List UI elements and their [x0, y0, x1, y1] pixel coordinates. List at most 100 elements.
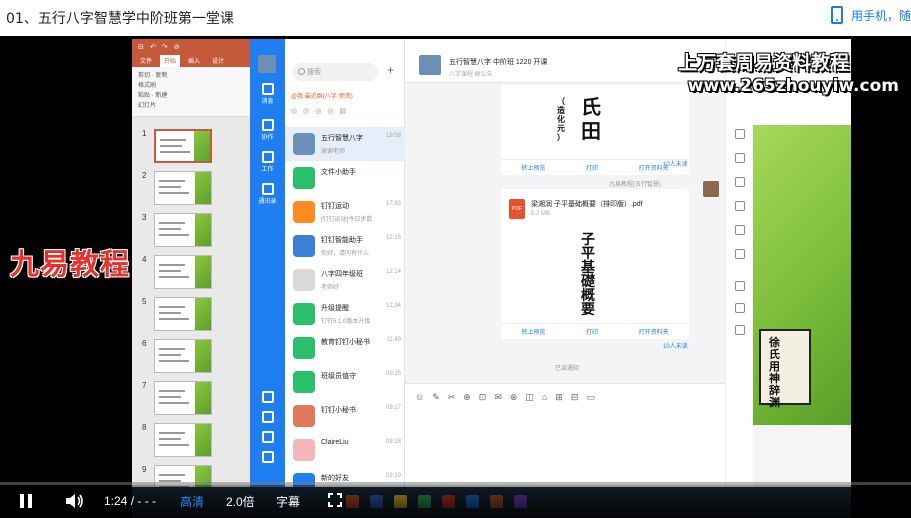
pause-icon[interactable] [20, 494, 32, 508]
open-folder-button[interactable]: 打开资料夹 [639, 327, 669, 336]
slide-image [154, 171, 212, 205]
chat-name: 钉钉智能助手 [321, 237, 363, 244]
filter-icons[interactable]: ◎◎◎◎▤ [291, 107, 352, 115]
group-avatar[interactable] [419, 55, 441, 75]
mobile-link[interactable]: 用手机，随 [830, 6, 911, 24]
slide-number: 5 [142, 297, 147, 306]
chat-item[interactable]: 班级员值守 09:25 [285, 365, 405, 399]
clock-icon[interactable] [735, 153, 745, 163]
add-icon[interactable]: + [387, 63, 394, 77]
print-button[interactable]: 打印 [586, 327, 598, 336]
nav-bottom-4[interactable] [250, 451, 285, 464]
chat-name: 八字四年级班 [321, 271, 363, 278]
slide-thumbnail[interactable]: 6 [142, 339, 242, 377]
chat-item[interactable]: ClaireLiu 09:28 [285, 433, 405, 467]
copy-icon[interactable] [735, 281, 745, 291]
watermark-left: 九易教程 [10, 247, 131, 281]
search-input[interactable]: 搜索 [293, 63, 378, 81]
ribbon-copy[interactable]: 复制 [155, 73, 167, 79]
fullscreen-icon[interactable] [328, 493, 342, 507]
nav-label: 协作 [261, 135, 274, 141]
nav-messages[interactable]: 消息 [250, 83, 285, 105]
slide-thumbnail[interactable]: 7 [142, 381, 242, 419]
calligraphy-main: 氏 田 [581, 95, 601, 143]
subtitle-button[interactable]: 字幕 [276, 493, 300, 510]
chat-item[interactable]: 钉钉智能助手 你好，请问有什么 12:15 [285, 229, 405, 263]
chat-name: 升级提醒 [321, 305, 349, 312]
ribbon-cut[interactable]: 剪切 [138, 73, 150, 79]
ppt-tabs: 文件 开始 插入 设计 [132, 55, 250, 67]
ribbon-slide[interactable]: 幻灯片 [138, 103, 156, 109]
message-icon[interactable] [735, 177, 745, 187]
speed-button[interactable]: 2.0倍 [226, 493, 255, 510]
file-card-1[interactable]: （ 造 化 元 ） 氏 田 转上预览 打印 打开资料夹 [501, 85, 689, 175]
chat-item[interactable]: 钉钉小秘书 09:17 [285, 399, 405, 433]
slide-image [154, 213, 212, 247]
composer-toolbar-icons[interactable]: ☺✎✂⊕⊡✉⊗◫⌂⊞⊟▭ [415, 392, 603, 403]
refresh-icon[interactable] [735, 201, 745, 211]
nav-contacts[interactable]: 通讯录 [250, 183, 285, 205]
right-toolbar [725, 39, 753, 518]
chat-time: 09:29 [385, 473, 401, 479]
pdf-card[interactable]: PDF 梁湘润 子平基础概要（排印版）.pdf 5.2 MB 子 平 基 礎 概… [501, 189, 689, 339]
nav-bottom-3[interactable] [250, 431, 285, 444]
slide-thumbnail[interactable]: 2 [142, 171, 242, 209]
ppt-redo-icon[interactable]: ↷ [162, 43, 168, 51]
calendar-icon[interactable] [735, 225, 745, 235]
nav-work[interactable]: 工作 [250, 151, 285, 173]
chat-list: 搜索 + @我 最近群(八字·师资) ◎◎◎◎▤ 五行智慧八字 谢谢老师 19:58… [285, 39, 405, 518]
slide-thumbnail[interactable]: 5 [142, 297, 242, 335]
settings-icon[interactable] [735, 325, 745, 335]
nav-bottom-1[interactable] [250, 391, 285, 404]
progress-bar[interactable] [0, 482, 911, 485]
slide-thumbnail-pane[interactable]: 1 2 3 4 5 6 7 8 9 [132, 121, 250, 518]
preview-button[interactable]: 转上预览 [521, 163, 545, 172]
slide-thumbnail[interactable]: 8 [142, 423, 242, 461]
message-icon [261, 83, 274, 95]
slide-number: 7 [142, 381, 147, 390]
ppt-tab-design[interactable]: 设计 [208, 55, 228, 67]
ribbon-paste[interactable]: 粘贴 [138, 93, 150, 99]
volume-icon[interactable] [66, 493, 84, 509]
chat-item[interactable]: 五行智慧八字 谢谢老师 19:58 [285, 127, 405, 161]
ppt-start-icon[interactable]: ⊘ [174, 43, 180, 51]
preview-button[interactable]: 转上预览 [521, 327, 545, 336]
folder-icon[interactable] [735, 303, 745, 313]
chat-time: 12:34 [385, 303, 401, 309]
toolbar-icon-1[interactable] [735, 129, 745, 139]
chat-item[interactable]: 文件小助手 [285, 161, 405, 195]
nav-label: 通讯录 [258, 199, 277, 205]
page-title: 01、五行八字智慧学中阶班第一堂课 [6, 11, 234, 27]
flag-icon[interactable] [735, 249, 745, 259]
ppt-undo-icon[interactable]: ↶ [150, 43, 156, 51]
slide-image [154, 381, 212, 415]
slide-image [154, 339, 212, 373]
unread-count[interactable]: 10人未读 [663, 341, 688, 350]
chat-item[interactable]: 教育钉钉小秘书 11:49 [285, 331, 405, 365]
chat-item[interactable]: 钉钉运动 [钉钉运动]今日步数 17:33 [285, 195, 405, 229]
sender-avatar[interactable] [703, 181, 719, 197]
slide-thumbnail[interactable]: 1 [142, 129, 242, 167]
chat-item[interactable]: 八字四年级班 老师好 12:14 [285, 263, 405, 297]
ribbon-new[interactable]: 新建 [155, 93, 167, 99]
slide-thumbnail[interactable]: 3 [142, 213, 242, 251]
ppt-tab-file[interactable]: 文件 [136, 55, 156, 67]
video-player[interactable]: ⊟ ↶ ↷ ⊘ 文件 开始 插入 设计 剪切 · 复制 格式刷 粘贴 · 新建 … [0, 36, 911, 518]
nav-collab[interactable]: 协作 [250, 119, 285, 141]
avatar[interactable] [258, 55, 276, 73]
unread-count[interactable]: 10人未读 [663, 159, 688, 168]
ppt-tab-insert[interactable]: 插入 [184, 55, 204, 67]
group-tag[interactable]: @我 最近群(八字·师资) [291, 91, 353, 100]
chat-item[interactable]: 升级提醒 钉钉5.1.0版本升级 12:34 [285, 297, 405, 331]
ppt-save-icon[interactable]: ⊟ [138, 43, 144, 51]
search-icon [298, 68, 305, 75]
time-display: 1:24 / - - - [104, 494, 157, 508]
ribbon-format-painter[interactable]: 格式刷 [138, 83, 156, 89]
watermark-right-url: www.265zhouyiw.com [687, 76, 899, 96]
slide-thumbnail[interactable]: 4 [142, 255, 242, 293]
ppt-tab-home[interactable]: 开始 [160, 55, 181, 67]
quality-button[interactable]: 高清 [180, 493, 204, 510]
print-button[interactable]: 打印 [586, 163, 598, 172]
conversation-title[interactable]: 五行智慧八字 中阶班 1220 开课 [449, 57, 547, 67]
nav-bottom-2[interactable] [250, 411, 285, 424]
